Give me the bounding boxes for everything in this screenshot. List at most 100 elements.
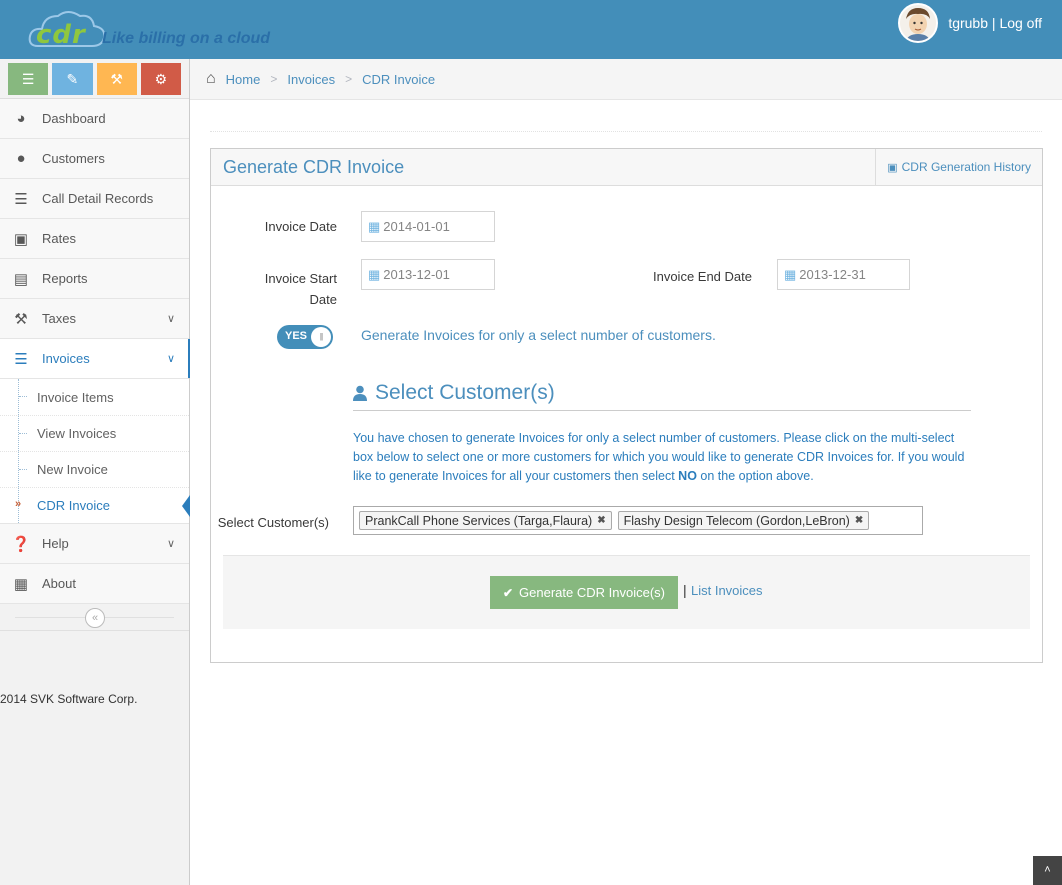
avatar[interactable] <box>898 2 939 43</box>
username[interactable]: tgrubb <box>948 15 988 31</box>
toggle-label: YES <box>285 330 308 342</box>
shortcut-pencil-button[interactable]: ✎ <box>52 63 93 95</box>
brand-text: cdr <box>36 20 86 50</box>
shortcut-signal-button[interactable]: ☰ <box>8 63 49 95</box>
invoice-date-label: Invoice Date <box>264 219 337 234</box>
chevron-down-icon: ∨ <box>166 353 175 365</box>
select-customers-toggle[interactable]: YES ||| <box>277 325 333 349</box>
list-ul-icon: ☰ <box>14 350 28 368</box>
sidebar-item-call-detail-records[interactable]: ☰ Call Detail Records <box>0 179 189 219</box>
invoice-start-date-label-line2: Date <box>309 292 337 307</box>
customer-chip-label: PrankCall Phone Services (Targa,Flaura) <box>365 513 593 528</box>
scroll-to-top-button[interactable]: ˄ <box>1033 856 1062 885</box>
invoice-end-date-value: 2013-12-31 <box>799 267 866 282</box>
submenu-item-invoice-items[interactable]: Invoice Items <box>0 379 189 415</box>
toggle-knob: ||| <box>311 327 331 347</box>
sidebar-item-dashboard[interactable]: ◕ Dashboard <box>0 99 189 139</box>
submenu-item-cdr-invoice[interactable]: » CDR Invoice <box>0 487 190 523</box>
submenu-item-label: New Invoice <box>37 462 108 477</box>
gavel-icon: ⚒ <box>110 70 123 87</box>
brand-logo[interactable]: cdr Like billing on a cloud <box>10 6 310 52</box>
invoices-submenu: Invoice Items View Invoices New Invoice … <box>0 379 190 524</box>
sidebar-item-rates[interactable]: ▣ Rates <box>0 219 189 259</box>
calendar-icon: ▦ <box>784 266 797 282</box>
user-separator: | <box>991 14 996 31</box>
customer-chip: Flashy Design Telecom (Gordon,LeBron) ✖ <box>617 511 870 530</box>
home-icon[interactable]: ⌂ <box>206 70 216 88</box>
check-icon: ✔ <box>502 585 514 600</box>
info-text-part2: on the option above. <box>696 469 814 483</box>
copyright-text: 2014 SVK Software Corp. <box>0 692 138 706</box>
customer-chip: PrankCall Phone Services (Targa,Flaura) … <box>359 511 612 530</box>
sidebar-item-label: Help <box>42 536 69 551</box>
generate-cdr-invoice-button[interactable]: ✔ Generate CDR Invoice(s) <box>490 576 678 609</box>
sidebar-item-customers[interactable]: ● Customers <box>0 139 189 179</box>
chevron-down-icon: ∨ <box>166 313 175 325</box>
sidebar-item-label: Call Detail Records <box>42 191 154 206</box>
widget-tool-label: CDR Generation History <box>901 160 1031 174</box>
remove-icon[interactable]: ✖ <box>597 515 605 526</box>
sidebar-item-help[interactable]: ❓ Help ∨ <box>0 524 189 564</box>
form-actions: ✔ Generate CDR Invoice(s) | List Invoice… <box>223 555 1030 629</box>
user-area: tgrubb | Log off <box>898 0 1062 45</box>
actions-separator: | <box>683 582 687 598</box>
breadcrumb-current: CDR Invoice <box>362 71 436 87</box>
submenu-item-new-invoice[interactable]: New Invoice <box>0 451 189 487</box>
submenu-item-view-invoices[interactable]: View Invoices <box>0 415 189 451</box>
invoice-date-value: 2014-01-01 <box>383 219 450 234</box>
list-icon: ☰ <box>14 190 28 208</box>
customer-chip-label: Flashy Design Telecom (Gordon,LeBron) <box>623 513 850 528</box>
brand-tagline: Like billing on a cloud <box>102 30 271 47</box>
shortcut-gavel-button[interactable]: ⚒ <box>96 63 137 95</box>
money-icon: ▣ <box>13 230 29 248</box>
double-angle-left-icon: « <box>91 612 99 624</box>
question-circle-icon: ❓ <box>11 535 31 553</box>
breadcrumb-home-link[interactable]: Home <box>226 72 261 87</box>
sidebar-nav: ◕ Dashboard ● Customers ☰ Call Detail Re… <box>0 99 190 604</box>
user-menu: tgrubb | Log off <box>948 15 1042 31</box>
sidebar-collapse-bar: « <box>0 604 189 631</box>
toggle-description: Generate Invoices for only a select numb… <box>361 327 716 343</box>
sidebar-shortcuts: ☰ ✎ ⚒ ⚙ <box>0 59 189 99</box>
sidebar-item-reports[interactable]: ▤ Reports <box>0 259 189 299</box>
breadcrumb-separator: > <box>345 72 353 86</box>
sidebar-item-label: Taxes <box>42 311 76 326</box>
collapse-sidebar-button[interactable]: « <box>85 608 105 628</box>
sidebar-item-label: Rates <box>42 231 76 246</box>
navbar: cdr Like billing on a cloud tgrubb | Log… <box>0 0 1062 59</box>
invoice-start-date-input[interactable]: ▦ 2013-12-01 <box>361 259 495 290</box>
double-angle-right-icon: » <box>15 498 22 510</box>
tachometer-icon: ◕ <box>16 110 26 127</box>
logoff-link[interactable]: Log off <box>999 15 1042 31</box>
list-invoices-link[interactable]: List Invoices <box>691 583 763 598</box>
remove-icon[interactable]: ✖ <box>855 515 863 526</box>
invoice-end-date-input[interactable]: ▦ 2013-12-31 <box>777 259 910 290</box>
pencil-icon: ✎ <box>66 70 79 87</box>
sidebar-item-invoices[interactable]: ☰ Invoices ∨ <box>0 339 190 379</box>
sidebar-item-about[interactable]: ▦ About <box>0 564 189 604</box>
invoice-start-date-label-line1: Invoice Start <box>264 271 337 286</box>
customer-multiselect[interactable]: PrankCall Phone Services (Targa,Flaura) … <box>353 506 923 535</box>
breadcrumb: ⌂ Home > Invoices > CDR Invoice <box>190 59 1062 100</box>
submenu-item-label: CDR Invoice <box>37 498 110 513</box>
file-icon: ▤ <box>13 270 29 288</box>
sidebar: ☰ ✎ ⚒ ⚙ ◕ Dashboard ● Customers ☰ Call D… <box>0 59 190 885</box>
sidebar-item-taxes[interactable]: ⚒ Taxes ∨ <box>0 299 189 339</box>
calendar-icon: ▦ <box>368 266 381 282</box>
invoice-date-input[interactable]: ▦ 2014-01-01 <box>361 211 495 242</box>
submenu-item-label: View Invoices <box>37 426 117 441</box>
breadcrumb-invoices-link[interactable]: Invoices <box>287 72 335 87</box>
submenu-item-label: Invoice Items <box>37 389 114 405</box>
info-text-part1: You have chosen to generate Invoices for… <box>353 431 965 483</box>
info-text-bold: NO <box>678 469 697 483</box>
sidebar-item-label: Dashboard <box>42 111 106 126</box>
user-icon <box>353 385 367 405</box>
select-customers-info: You have chosen to generate Invoices for… <box>353 429 975 486</box>
chevron-down-icon: ∨ <box>166 538 175 550</box>
cdr-generation-history-link[interactable]: ▣ CDR Generation History <box>875 149 1042 185</box>
sidebar-item-label: Reports <box>42 271 88 286</box>
shortcut-cogs-button[interactable]: ⚙ <box>140 63 181 95</box>
invoice-start-date-value: 2013-12-01 <box>383 267 450 282</box>
section-title: Select Customer(s) <box>375 381 555 404</box>
users-icon: ● <box>16 150 26 167</box>
